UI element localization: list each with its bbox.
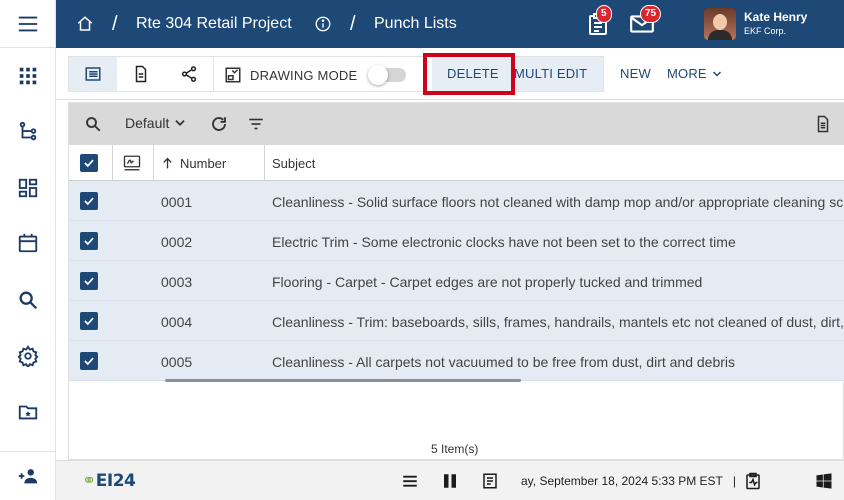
chevron-down-icon [712,71,721,77]
more-button[interactable]: MORE [667,66,723,81]
drawing-icon [225,67,241,83]
list-view-icon[interactable] [69,57,117,91]
breadcrumb-separator: / [112,12,118,35]
drawing-mode-label: DRAWING MODE [250,67,358,83]
columns-icon[interactable] [440,471,460,491]
footer-bar: ⚭EI24 ay, September 18, 2024 5:33 PM EST… [56,460,844,500]
user-name[interactable]: Kate Henry [744,10,807,24]
form-icon[interactable] [480,471,500,491]
table-row[interactable]: 0002 Electric Trim - Some electronic clo… [69,221,844,261]
table-row[interactable]: 0003 Flooring - Carpet - Carpet edges ar… [69,261,844,301]
row-number: 0003 [161,274,193,290]
number-column-label: Number [180,156,227,171]
settings-icon[interactable] [14,342,42,370]
toolbar: DRAWING MODE DELETE MULTI EDIT NEW MORE [56,48,844,100]
row-subject: Cleanliness - Solid surface floors not c… [272,194,844,210]
drawing-mode: DRAWING MODE [224,66,357,84]
sidebar-divider [0,47,56,48]
add-team-icon[interactable] [14,462,42,490]
multi-edit-button[interactable]: MULTI EDIT [514,66,587,81]
sidebar [0,0,56,500]
table-row[interactable]: 0005 Cleanliness - All carpets not vacuu… [69,341,844,381]
delete-highlight-box [423,53,515,95]
app-logo: ⚭EI24 [82,471,136,491]
menu-icon[interactable] [14,10,42,38]
apps-grid-icon[interactable] [14,62,42,90]
refresh-icon[interactable] [209,114,229,134]
row-checkbox[interactable] [80,232,98,250]
workflow-icon[interactable] [14,118,42,146]
view-switcher [68,56,214,92]
punch-list-grid: Default Number Subject 0001 Cleanliness … [68,102,844,460]
horizontal-scrollbar[interactable] [165,379,521,382]
sidebar-divider [0,451,56,452]
checklist-icon[interactable] [743,471,763,491]
column-separator [112,145,113,181]
row-subject: Cleanliness - All carpets not vacuumed t… [272,354,736,370]
item-count: 5 Item(s) [431,442,479,456]
subject-column-header[interactable]: Subject [272,156,315,171]
row-checkbox[interactable] [80,272,98,290]
user-org: EKF Corp. [744,26,787,36]
view-select-label: Default [125,115,170,131]
list-icon[interactable] [400,471,420,491]
sort-asc-icon [163,157,172,169]
chevron-down-icon [175,120,186,126]
breadcrumb-separator: / [350,12,356,35]
clock-datetime: ay, September 18, 2024 5:33 PM EST [521,474,723,488]
select-all-checkbox[interactable] [80,154,98,172]
row-number: 0005 [161,354,193,370]
row-checkbox[interactable] [80,312,98,330]
document-icon[interactable] [117,57,165,91]
filter-icon[interactable] [246,114,266,134]
mail-badge: 75 [640,5,662,23]
search-icon[interactable] [83,114,103,134]
row-checkbox[interactable] [80,192,98,210]
row-checkbox[interactable] [80,352,98,370]
avatar[interactable] [704,8,736,40]
lightbulb-icon: ⚭ [82,471,96,491]
top-header: / Rte 304 Retail Project / Punch Lists 5… [56,0,844,48]
share-icon[interactable] [165,57,213,91]
grid-toolbar: Default [69,103,844,145]
search-icon[interactable] [14,286,42,314]
breadcrumb-project[interactable]: Rte 304 Retail Project [136,15,292,33]
number-column-header[interactable]: Number [161,156,226,171]
calendar-icon[interactable] [14,229,42,257]
signature-icon [122,153,142,173]
row-subject: Electric Trim - Some electronic clocks h… [272,234,736,250]
column-separator [153,145,154,181]
table-row[interactable]: 0004 Cleanliness - Trim: baseboards, sil… [69,301,844,341]
clock: ay, September 18, 2024 5:33 PM EST | [521,474,736,488]
app-logo-text: EI24 [95,471,136,491]
row-number: 0001 [161,194,193,210]
windows-icon[interactable] [814,471,834,491]
tasks-badge: 5 [596,5,612,23]
export-icon[interactable] [813,114,833,134]
row-number: 0004 [161,314,193,330]
breadcrumb-section[interactable]: Punch Lists [374,15,457,33]
starred-folder-icon[interactable] [14,398,42,426]
home-icon[interactable] [76,0,94,48]
row-subject: Flooring - Carpet - Carpet edges are not… [272,274,703,290]
clock-divider: | [732,474,737,488]
dashboard-icon[interactable] [14,174,42,202]
column-separator [264,145,265,181]
row-subject: Cleanliness - Trim: baseboards, sills, f… [272,314,844,330]
table-row[interactable]: 0001 Cleanliness - Solid surface floors … [69,181,844,221]
more-label: MORE [667,66,707,81]
view-select[interactable]: Default [125,115,187,131]
row-number: 0002 [161,234,193,250]
new-button[interactable]: NEW [620,66,651,81]
info-icon[interactable] [314,0,332,48]
drawing-mode-toggle[interactable] [368,65,406,85]
